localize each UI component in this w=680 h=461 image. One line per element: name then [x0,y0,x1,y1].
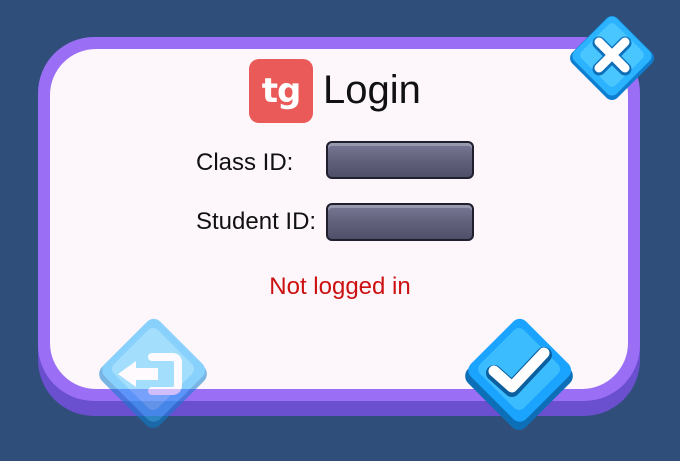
student-id-input[interactable] [326,203,474,241]
app-logo: tg [249,59,313,123]
confirm-button[interactable] [454,309,584,439]
logo-text: tg [261,71,302,111]
close-button[interactable] [561,7,663,109]
dialog-title: Login [323,68,421,112]
class-id-input[interactable] [326,141,474,179]
student-id-label: Student ID: [196,208,317,235]
back-button[interactable] [88,309,218,439]
checkmark-icon [465,318,573,430]
exit-arrow-icon [99,318,207,428]
login-status: Not logged in [269,273,411,300]
class-id-label: Class ID: [196,149,294,176]
close-x-icon [570,16,654,100]
